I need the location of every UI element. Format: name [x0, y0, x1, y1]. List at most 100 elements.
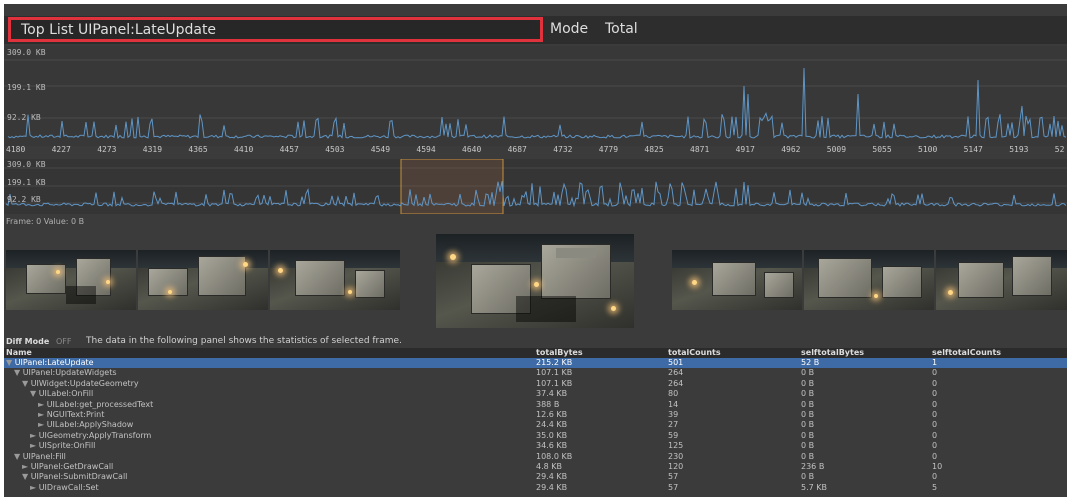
top-list-label: Top List UIPanel:LateUpdate [21, 22, 217, 38]
expand-triangle-icon[interactable]: ▼ [22, 472, 28, 481]
cell-total-bytes: 215.2 KB [536, 358, 573, 367]
frame-tick-label: 4779 [598, 145, 619, 154]
expand-triangle-icon[interactable]: ▼ [30, 389, 36, 398]
cell-total-counts: 57 [668, 472, 679, 482]
cell-self-total-counts: 0 [932, 410, 938, 419]
column-header-self-total-counts[interactable]: selftotalCounts [932, 348, 1001, 357]
frame-tick-label: 52 [1054, 145, 1065, 154]
row-name-label: UIGeometry:ApplyTransform [38, 430, 152, 440]
column-header-self-total-bytes[interactable]: selftotalBytes [801, 348, 864, 357]
collapse-triangle-icon[interactable]: ► [30, 431, 36, 440]
collapse-triangle-icon[interactable]: ► [22, 462, 28, 471]
cell-total-counts: 14 [668, 399, 679, 409]
collapse-triangle-icon[interactable]: ► [38, 410, 44, 419]
cell-total-counts: 80 [668, 389, 679, 399]
cell-self-total-bytes: 0 B [801, 441, 815, 451]
expand-triangle-icon[interactable]: ▼ [6, 358, 12, 367]
expand-triangle-icon[interactable]: ▼ [14, 452, 20, 461]
cell-total-bytes: 29.4 KB [536, 482, 568, 492]
frame-tick-label: 4180 [6, 145, 26, 154]
frame-tick-label: 4917 [735, 145, 755, 154]
table-row[interactable]: ▼ UIWidget:UpdateGeometry 107.1 KB 264 0 B 0 [4, 379, 1067, 389]
total-dropdown[interactable]: Total [605, 21, 638, 37]
cell-name: ► UIPanel:GetDrawCall [22, 462, 113, 472]
frame-tick-label: 5193 [1009, 145, 1029, 154]
cell-self-total-bytes: 0 B [801, 368, 815, 378]
collapse-triangle-icon[interactable]: ► [38, 420, 44, 429]
top-list-selector[interactable]: Top List UIPanel:LateUpdate [8, 17, 543, 42]
frame-tick-label: 4962 [781, 145, 801, 154]
cell-name: ▼ UIWidget:UpdateGeometry [22, 379, 139, 389]
table-row[interactable]: ► UILabel:get_processedText 388 B 14 0 B 0 [4, 400, 1067, 410]
cell-name: ▼ UIPanel:LateUpdate [6, 358, 94, 368]
cell-total-bytes: 107.1 KB [536, 378, 573, 388]
frame-tick-label: 5055 [872, 145, 892, 154]
cell-total-bytes: 107.1 KB [536, 368, 573, 378]
frame-screenshot-5[interactable] [804, 250, 934, 310]
diff-mode-toggle[interactable]: OFF [56, 337, 72, 346]
table-row[interactable]: ► UISprite:OnFill 34.6 KB 125 0 B 0 [4, 441, 1067, 451]
cell-total-counts: 264 [668, 368, 684, 378]
frame-tick-label: 4503 [325, 145, 345, 154]
row-name-label: UIPanel:GetDrawCall [30, 462, 114, 471]
y-label-low: 92.2 KB [7, 113, 41, 122]
frame-screenshot-4[interactable] [672, 250, 802, 310]
cell-self-total-bytes: 5.7 KB [801, 482, 827, 492]
cell-self-total-counts: 0 [932, 368, 938, 378]
column-header-total-counts[interactable]: totalCounts [668, 348, 721, 357]
table-row[interactable]: ► UILabel:ApplyShadow 24.4 KB 27 0 B 0 [4, 420, 1067, 430]
cell-self-total-counts: 5 [932, 482, 938, 492]
cell-name: ▼ UILabel:OnFill [30, 389, 93, 399]
frame-tick-label: 4319 [142, 145, 163, 154]
frame-screenshot-3[interactable] [270, 250, 400, 310]
frame-tick-label: 4549 [370, 145, 391, 154]
cell-name: ► UILabel:ApplyShadow [38, 420, 133, 430]
table-row[interactable]: ► NGUIText:Print 12.6 KB 39 0 B 0 [4, 410, 1067, 420]
frame-tick-label: 4457 [279, 145, 299, 154]
cell-self-total-counts: 0 [932, 451, 938, 461]
table-row[interactable]: ► UIPanel:GetDrawCall 4.8 KB 120 236 B 10 [4, 462, 1067, 472]
frame-tick-label: 4732 [553, 145, 573, 154]
memory-graph-overview[interactable]: 309.0 KB 199.1 KB 92.2 KB [4, 159, 1067, 214]
cell-total-counts: 120 [668, 462, 684, 471]
expand-triangle-icon[interactable]: ▼ [14, 368, 20, 377]
mode-label[interactable]: Mode [550, 21, 588, 37]
row-name-label: UISprite:OnFill [38, 441, 96, 451]
cell-name: ► UIGeometry:ApplyTransform [30, 431, 151, 441]
row-name-label: UIDrawCall:Set [38, 482, 99, 492]
table-row[interactable]: ▼ UILabel:OnFill 37.4 KB 80 0 B 0 [4, 389, 1067, 399]
table-row-selected[interactable]: ▼ UIPanel:LateUpdate 215.2 KB 501 52 B 1 [4, 358, 1067, 368]
cell-self-total-bytes: 0 B [801, 420, 815, 430]
frame-screenshot-1[interactable] [6, 250, 136, 310]
frame-screenshot-6[interactable] [936, 250, 1067, 310]
frame-tick-label: 4594 [416, 145, 436, 154]
cell-total-bytes: 388 B [536, 399, 560, 409]
table-row[interactable]: ► UIGeometry:ApplyTransform 35.0 KB 59 0 B 0 [4, 431, 1067, 441]
cell-total-counts: 27 [668, 420, 679, 430]
table-row[interactable]: ▼ UIPanel:Fill 108.0 KB 230 0 B 0 [4, 452, 1067, 462]
cell-self-total-counts: 10 [932, 462, 943, 471]
frame-tick-label: 4687 [507, 145, 527, 154]
frame-screenshot-selected[interactable] [436, 234, 634, 328]
cell-total-counts: 39 [668, 410, 679, 419]
column-header-total-bytes[interactable]: totalBytes [536, 348, 583, 357]
memory-trace-line [7, 67, 1067, 140]
y-label-max: 309.0 KB [7, 48, 46, 57]
column-header-name[interactable]: Name [6, 348, 32, 357]
table-row[interactable]: ► UIDrawCall:Set 29.4 KB 57 5.7 KB 5 [4, 483, 1067, 493]
cell-self-total-bytes: 0 B [801, 430, 815, 440]
cell-total-counts: 125 [668, 441, 684, 451]
memory-graph-main[interactable]: 309.0 KB 199.1 KB 92.2 KB [4, 46, 1067, 146]
cell-total-bytes: 12.6 KB [536, 410, 568, 419]
collapse-triangle-icon[interactable]: ► [38, 400, 44, 409]
frame-screenshot-2[interactable] [138, 250, 268, 310]
table-row[interactable]: ▼ UIPanel:SubmitDrawCall 29.4 KB 57 0 B 0 [4, 472, 1067, 482]
collapse-triangle-icon[interactable]: ► [30, 441, 36, 450]
expand-triangle-icon[interactable]: ▼ [22, 379, 28, 388]
cell-name: ► UISprite:OnFill [30, 441, 95, 451]
collapse-triangle-icon[interactable]: ► [30, 483, 36, 492]
frame-tick-label: 4410 [234, 145, 254, 154]
table-row[interactable]: ▼ UIPanel:UpdateWidgets 107.1 KB 264 0 B 0 [4, 368, 1067, 378]
memory-graph-main-plot [4, 59, 1067, 140]
overview-y-label-low: 92.2 KB [7, 195, 41, 204]
